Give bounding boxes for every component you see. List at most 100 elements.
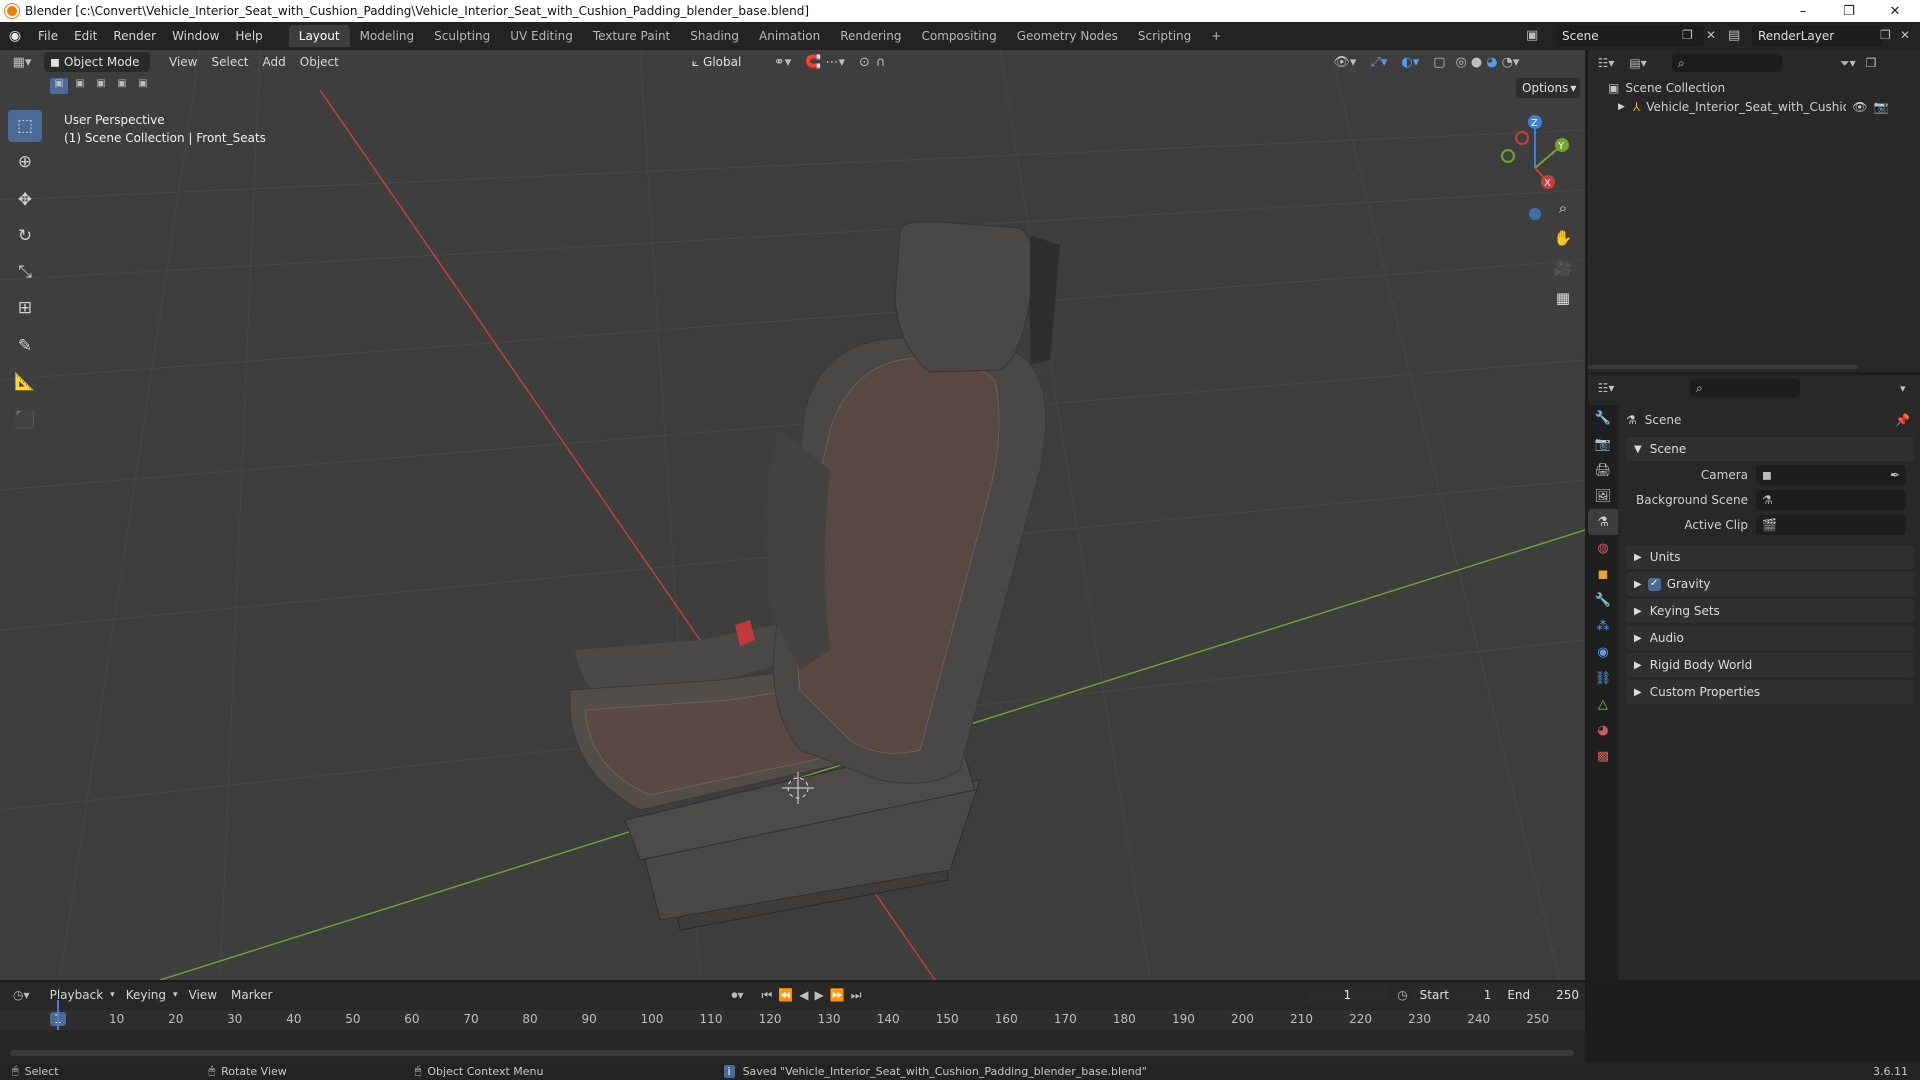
new-scene-icon[interactable]: ❐	[1682, 28, 1693, 42]
tab-rendering[interactable]: Rendering	[830, 25, 911, 47]
tab-scripting[interactable]: Scripting	[1128, 25, 1201, 47]
menu-help[interactable]: Help	[227, 29, 270, 43]
editor-type-icon[interactable]: ▦▾	[0, 55, 44, 70]
mode-selector[interactable]: ◼ Object Mode	[44, 52, 150, 72]
record-icon[interactable]: ⏺▾	[732, 988, 744, 1003]
start-frame-field[interactable]: Start 1	[1413, 985, 1498, 1005]
select-intersect-icon[interactable]: ▣	[134, 78, 152, 94]
menu-file[interactable]: File	[30, 29, 66, 43]
shading-material-icon[interactable]: ◕	[1486, 55, 1497, 70]
active-clip-field[interactable]: 🎬	[1756, 515, 1906, 535]
scale-tool[interactable]: ⤡	[8, 256, 42, 288]
minimize-button[interactable]: –	[1780, 0, 1826, 22]
end-frame-field[interactable]: End 250	[1501, 985, 1585, 1005]
current-frame-field[interactable]: 1	[1305, 985, 1390, 1005]
outliner-row-root[interactable]: ▣ Scene Collection	[1608, 78, 1725, 98]
properties-search[interactable]: ⌕	[1690, 379, 1800, 397]
viewport-canvas[interactable]: Z Y X	[0, 50, 1585, 980]
tab-texture-paint[interactable]: Texture Paint	[583, 25, 680, 47]
units-section[interactable]: ▶ Units	[1626, 545, 1914, 569]
overlay-toggle-icon[interactable]: ◐▾	[1401, 55, 1419, 70]
cursor-tool[interactable]: ⊕	[8, 146, 42, 178]
add-workspace-button[interactable]: +	[1201, 25, 1231, 47]
measure-tool[interactable]: 📐	[8, 366, 42, 398]
expand-arrow-icon[interactable]: ▶	[1618, 102, 1625, 112]
close-button[interactable]: ✕	[1872, 0, 1918, 22]
timeline-ruler[interactable]: 1102030405060708090100110120130140150160…	[0, 1010, 1585, 1030]
output-tab-icon[interactable]: 🖨	[1588, 457, 1618, 483]
tab-animation[interactable]: Animation	[749, 25, 830, 47]
tab-uv-editing[interactable]: UV Editing	[500, 25, 583, 47]
physics-tab-icon[interactable]: ◉	[1588, 639, 1618, 665]
zoom-icon[interactable]: ⌕	[1550, 195, 1576, 221]
rotate-tool[interactable]: ↻	[8, 220, 42, 252]
delete-scene-icon[interactable]: ✕	[1706, 28, 1716, 42]
data-tab-icon[interactable]: △	[1588, 691, 1618, 717]
render-layer-icon[interactable]: ▤	[1728, 28, 1740, 43]
menu-timeline-view[interactable]: View	[182, 988, 224, 1002]
jump-keyframe-forward-icon[interactable]: ⏩	[830, 988, 845, 1002]
outliner-scrollbar[interactable]	[1588, 365, 1858, 369]
camera-field[interactable]: ◼ ✒	[1756, 465, 1906, 485]
filter-icon[interactable]: ⏷▾	[1840, 56, 1856, 71]
particles-tab-icon[interactable]: ⁂	[1588, 613, 1618, 639]
options-button[interactable]: Options ▾	[1516, 78, 1580, 98]
visibility-icon[interactable]: 👁▾	[1333, 55, 1356, 70]
tool-tab-icon[interactable]: 🔧	[1588, 405, 1618, 431]
menu-edit[interactable]: Edit	[66, 29, 105, 43]
constraints-tab-icon[interactable]: ⛓	[1588, 665, 1618, 691]
camera-view-icon[interactable]: 🎥	[1550, 255, 1576, 281]
keying-sets-section[interactable]: ▶ Keying Sets	[1626, 599, 1914, 623]
pin-icon[interactable]: 📌	[1895, 413, 1910, 427]
world-tab-icon[interactable]: ◍	[1588, 535, 1618, 561]
menu-view[interactable]: View	[162, 55, 204, 69]
tab-compositing[interactable]: Compositing	[911, 25, 1006, 47]
tab-modeling[interactable]: Modeling	[350, 25, 425, 47]
eyedropper-icon[interactable]: ✒	[1890, 468, 1900, 482]
camera-render-icon[interactable]: 📷	[1874, 100, 1889, 114]
scene-selector-icon[interactable]: ▣	[1526, 28, 1538, 43]
custom-properties-section[interactable]: ▶ Custom Properties	[1626, 680, 1914, 704]
view-layer-tab-icon[interactable]: 🖼	[1588, 483, 1618, 509]
menu-select[interactable]: Select	[204, 55, 255, 69]
select-extend-icon[interactable]: ▣	[71, 78, 89, 94]
tab-geometry-nodes[interactable]: Geometry Nodes	[1007, 25, 1128, 47]
tab-layout[interactable]: Layout	[288, 25, 350, 47]
shading-solid-icon[interactable]: ●	[1471, 55, 1482, 70]
proportional-edit-icon[interactable]: ⊙	[859, 55, 870, 70]
chevron-down-icon[interactable]: ▾	[1900, 382, 1906, 395]
snap-target-icon[interactable]: ⋯▾	[825, 55, 845, 70]
audio-section[interactable]: ▶ Audio	[1626, 626, 1914, 650]
add-cube-tool[interactable]: ⬛	[8, 404, 42, 436]
timeline-scrollbar[interactable]	[10, 1050, 1574, 1056]
shading-wireframe-icon[interactable]: ◎	[1456, 55, 1467, 70]
scene-tab-icon[interactable]: ⚗	[1588, 509, 1618, 535]
menu-playback[interactable]: Playback	[43, 988, 111, 1002]
modifier-tab-icon[interactable]: 🔧	[1588, 587, 1618, 613]
menu-add[interactable]: Add	[256, 55, 293, 69]
new-layer-icon[interactable]: ❐	[1880, 28, 1891, 42]
menu-marker[interactable]: Marker	[224, 988, 279, 1002]
shading-rendered-icon[interactable]: ◔▾	[1502, 55, 1520, 70]
timeline-editor-icon[interactable]: ◷▾	[0, 988, 43, 1002]
display-mode-icon[interactable]: ▤▾	[1624, 56, 1652, 70]
render-tab-icon[interactable]: 📷	[1588, 431, 1618, 457]
falloff-icon[interactable]: ∩	[876, 55, 886, 70]
properties-editor-icon[interactable]: ☷▾	[1588, 381, 1624, 395]
select-subtract-icon[interactable]: ▣	[92, 78, 110, 94]
3d-viewport[interactable]: Z Y X ▦▾ ◼ Object Mode View Select Add Ob…	[0, 50, 1585, 980]
object-tab-icon[interactable]: ◼	[1588, 561, 1618, 587]
eye-icon[interactable]: 👁	[1852, 100, 1867, 114]
tab-sculpting[interactable]: Sculpting	[424, 25, 500, 47]
select-box-tool[interactable]: ⬚	[8, 110, 42, 142]
select-invert-icon[interactable]: ▣	[113, 78, 131, 94]
gizmo-toggle-icon[interactable]: ⤢▾	[1370, 55, 1387, 70]
ortho-grid-icon[interactable]: ▦	[1550, 285, 1576, 311]
pivot-icon[interactable]: ⚭▾	[774, 55, 791, 70]
delete-layer-icon[interactable]: ✕	[1900, 28, 1910, 42]
car-seat-model[interactable]	[569, 221, 1060, 931]
play-icon[interactable]: ▶	[815, 988, 824, 1002]
transform-orientation[interactable]: ⟀ Global	[685, 52, 758, 72]
snap-icon[interactable]: 🧲	[805, 55, 821, 70]
tab-shading[interactable]: Shading	[680, 25, 749, 47]
